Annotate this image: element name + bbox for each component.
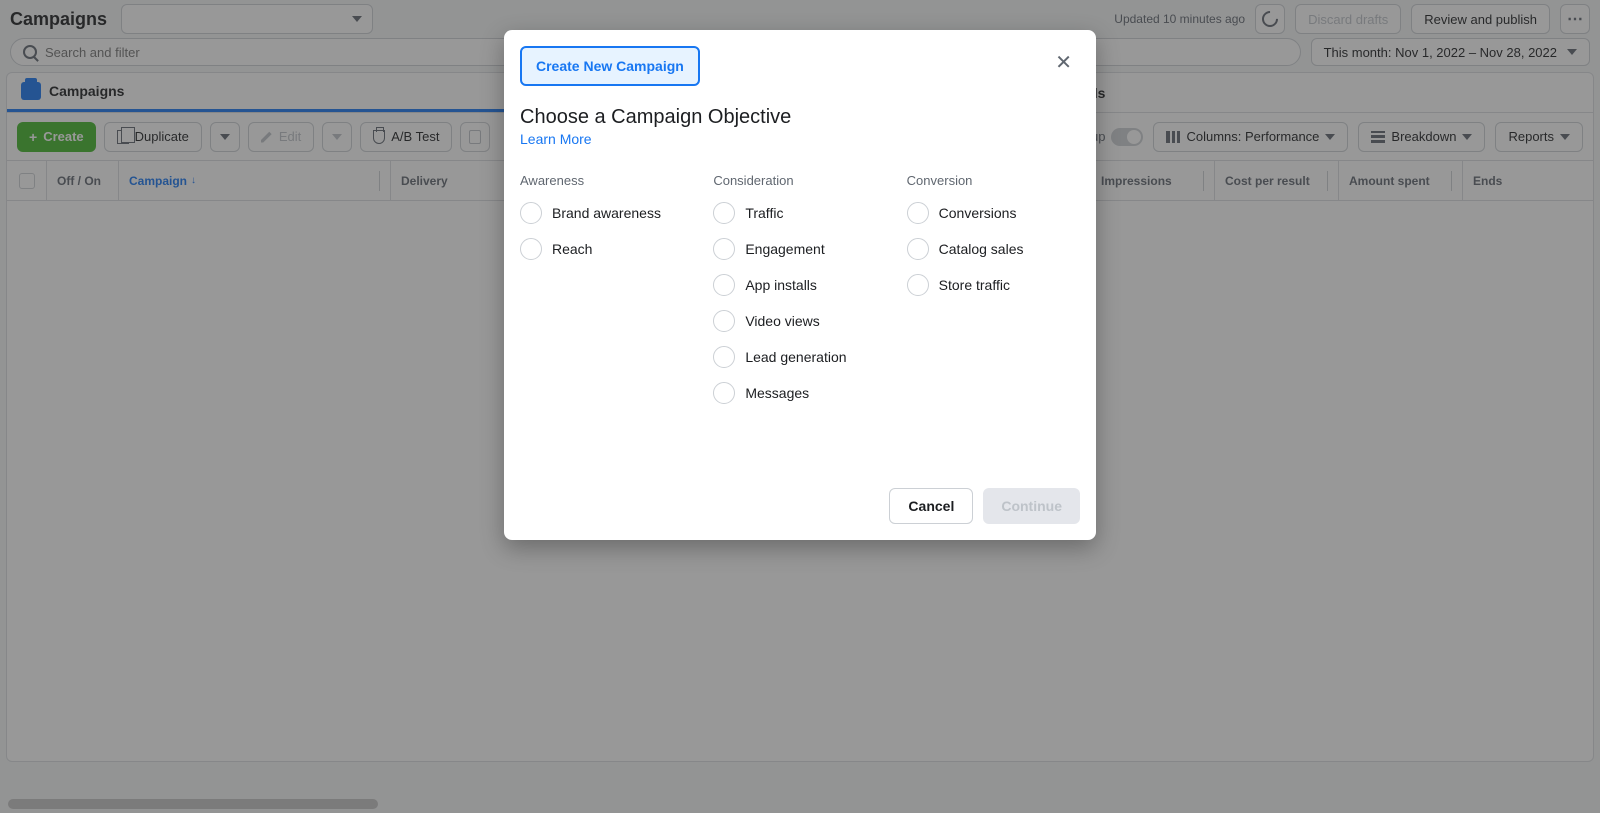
awareness-column: Awareness Brand awareness Reach xyxy=(520,173,693,418)
consideration-header: Consideration xyxy=(713,173,886,188)
objective-messages[interactable]: Messages xyxy=(713,382,886,404)
objective-brand-awareness[interactable]: Brand awareness xyxy=(520,202,693,224)
radio-icon xyxy=(713,346,735,368)
objective-reach[interactable]: Reach xyxy=(520,238,693,260)
objective-label: Engagement xyxy=(745,241,824,257)
objective-label: Store traffic xyxy=(939,277,1010,293)
radio-icon xyxy=(713,274,735,296)
objective-engagement[interactable]: Engagement xyxy=(713,238,886,260)
radio-icon xyxy=(520,202,542,224)
modal-title: Choose a Campaign Objective xyxy=(520,106,1080,129)
conversion-column: Conversion Conversions Catalog sales Sto… xyxy=(907,173,1080,418)
radio-icon xyxy=(713,238,735,260)
radio-icon xyxy=(713,310,735,332)
close-icon: ✕ xyxy=(1055,52,1072,74)
radio-icon xyxy=(520,238,542,260)
objective-app-installs[interactable]: App installs xyxy=(713,274,886,296)
modal-overlay: Create New Campaign ✕ Choose a Campaign … xyxy=(0,0,1600,813)
objective-label: Reach xyxy=(552,241,592,257)
radio-icon xyxy=(907,274,929,296)
objective-label: Conversions xyxy=(939,205,1017,221)
objective-label: Video views xyxy=(745,313,819,329)
conversion-header: Conversion xyxy=(907,173,1080,188)
objective-catalog-sales[interactable]: Catalog sales xyxy=(907,238,1080,260)
objective-label: Catalog sales xyxy=(939,241,1024,257)
objective-conversions[interactable]: Conversions xyxy=(907,202,1080,224)
objective-video-views[interactable]: Video views xyxy=(713,310,886,332)
objective-store-traffic[interactable]: Store traffic xyxy=(907,274,1080,296)
objective-label: Lead generation xyxy=(745,349,846,365)
objective-label: Traffic xyxy=(745,205,783,221)
cancel-button[interactable]: Cancel xyxy=(889,488,973,524)
learn-more-link[interactable]: Learn More xyxy=(520,131,592,147)
awareness-header: Awareness xyxy=(520,173,693,188)
consideration-column: Consideration Traffic Engagement App ins… xyxy=(713,173,886,418)
continue-button[interactable]: Continue xyxy=(983,488,1080,524)
objective-traffic[interactable]: Traffic xyxy=(713,202,886,224)
close-button[interactable]: ✕ xyxy=(1047,46,1080,79)
objective-label: Brand awareness xyxy=(552,205,661,221)
radio-icon xyxy=(713,202,735,224)
radio-icon xyxy=(713,382,735,404)
objective-label: App installs xyxy=(745,277,817,293)
modal-tab-create[interactable]: Create New Campaign xyxy=(520,46,700,86)
objective-label: Messages xyxy=(745,385,809,401)
radio-icon xyxy=(907,202,929,224)
create-campaign-modal: Create New Campaign ✕ Choose a Campaign … xyxy=(504,30,1096,540)
radio-icon xyxy=(907,238,929,260)
objective-lead-generation[interactable]: Lead generation xyxy=(713,346,886,368)
